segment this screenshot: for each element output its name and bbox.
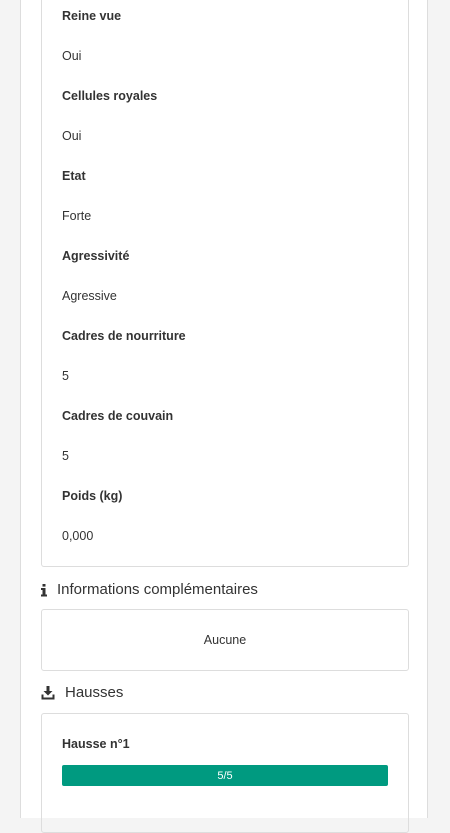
hausse-card: Hausse n°1 5/5 xyxy=(41,713,409,833)
field-value-reine-vue: Oui xyxy=(62,49,82,63)
hive-details-card: Reine vue Oui Cellules royales Oui Etat … xyxy=(41,0,409,567)
info-section-title: Informations complémentaires xyxy=(57,581,258,598)
field-value-cellules-royales: Oui xyxy=(62,129,82,143)
field-value-poids: 0,000 xyxy=(62,529,94,543)
field-value-cadres-couvain: 5 xyxy=(62,449,69,463)
info-content: Aucune xyxy=(203,633,247,647)
field-label-cadres-nourriture: Cadres de nourriture xyxy=(62,329,186,343)
field-label-agressivite: Agressivité xyxy=(62,249,130,263)
field-label-etat: Etat xyxy=(62,169,86,183)
info-card: Aucune xyxy=(41,609,409,671)
info-section-header: Informations complémentaires xyxy=(41,580,258,600)
field-value-etat: Forte xyxy=(62,209,92,223)
hausses-section-header: Hausses xyxy=(41,683,123,703)
field-label-reine-vue: Reine vue xyxy=(62,9,122,23)
field-label-poids: Poids (kg) xyxy=(62,489,123,503)
hausse-title: Hausse n°1 xyxy=(62,737,130,751)
field-label-cellules-royales: Cellules royales xyxy=(62,89,158,103)
hausses-section-title: Hausses xyxy=(65,684,124,701)
hausse-progress-text: 5/5 xyxy=(217,769,233,782)
hausse-progress-fill: 5/5 xyxy=(62,765,388,786)
field-value-agressivite: Agressive xyxy=(62,289,117,303)
info-icon xyxy=(41,582,57,598)
download-icon xyxy=(41,685,65,701)
hausse-progress-bar: 5/5 xyxy=(62,765,388,786)
field-label-cadres-couvain: Cadres de couvain xyxy=(62,409,174,423)
main-panel: Reine vue Oui Cellules royales Oui Etat … xyxy=(20,0,428,833)
field-value-cadres-nourriture: 5 xyxy=(62,369,69,383)
